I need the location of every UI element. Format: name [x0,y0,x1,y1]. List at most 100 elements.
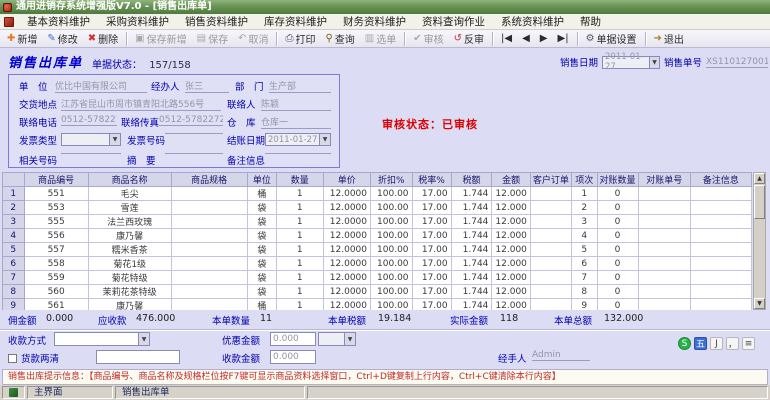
column-header-spec[interactable]: 商品规格 [170,172,248,187]
cell-tax[interactable]: 1.744 [450,256,493,271]
menu-item-销售资料维护[interactable]: 销售资料维护 [177,14,256,30]
cell-discount[interactable]: 100.00 [370,298,413,310]
row-number-cell[interactable]: 2 [2,200,25,215]
menu-item-资料查询作业[interactable]: 资料查询作业 [414,14,493,30]
chevron-down-icon[interactable]: ▼ [138,333,149,345]
handler-field[interactable]: Admin [532,350,590,361]
table-row[interactable]: 1 551 毛尖桶 1 12.0000 100.00 17.00 1.744 12.000 1 0 [2,186,752,201]
cell-taxrate[interactable]: 17.00 [411,270,452,285]
child-window-icon[interactable] [4,16,14,27]
cell-taxrate[interactable]: 17.00 [411,284,452,299]
cell-discount[interactable]: 100.00 [370,186,413,201]
row-number-cell[interactable]: 3 [2,214,25,229]
cell-order[interactable] [529,228,572,243]
cell-code[interactable]: 551 [23,186,89,201]
menu-item-库存资料维护[interactable]: 库存资料维护 [256,14,335,30]
row-number-cell[interactable]: 1 [2,186,25,201]
cell-discount[interactable]: 100.00 [370,228,413,243]
cell-qty[interactable]: 1 [275,214,324,229]
cell-qty[interactable]: 1 [275,228,324,243]
cell-qty[interactable]: 1 [275,298,324,310]
cell-seq[interactable]: 3 [570,214,598,229]
delete-button[interactable]: ✖ 删除 [83,31,123,47]
column-header-seq[interactable]: 项次 [570,172,598,187]
grid-scrollbar[interactable]: ▲ ▼ [753,172,766,310]
cell-reccount[interactable]: 0 [596,228,639,243]
cell-remark[interactable] [689,270,752,285]
cell-reccount[interactable]: 0 [596,214,639,229]
cell-discount[interactable]: 100.00 [370,256,413,271]
cell-remark[interactable] [689,298,752,310]
cell-amount[interactable]: 12.000 [491,298,531,310]
table-row[interactable]: 2 553 雪莲袋 1 12.0000 100.00 17.00 1.744 12.000 2 0 [2,200,752,215]
chevron-down-icon[interactable]: ▼ [109,134,120,145]
related-no-field[interactable] [61,153,121,154]
cell-order[interactable] [529,200,572,215]
menu-item-系统资料维护[interactable]: 系统资料维护 [493,14,572,30]
cell-qty[interactable]: 1 [275,200,324,215]
cell-name[interactable]: 糯米香茶 [87,242,172,257]
column-header-discount[interactable]: 折扣% [370,172,413,187]
row-number-cell[interactable]: 6 [2,256,25,271]
cell-order[interactable] [529,298,572,310]
cell-price[interactable]: 12.0000 [322,256,371,271]
cell-price[interactable]: 12.0000 [322,228,371,243]
sale-date-combobox[interactable]: 2011-01-27 ▼ [602,52,661,72]
ime-tools-icon[interactable]: ≡ [742,337,755,350]
cell-reccount[interactable]: 0 [596,242,639,257]
cell-spec[interactable] [170,298,248,310]
cell-reccount[interactable]: 0 [596,284,639,299]
settled-checkbox[interactable] [8,353,17,363]
cell-remark[interactable] [689,228,752,243]
cell-taxrate[interactable]: 17.00 [411,256,452,271]
cell-recno[interactable] [637,256,691,271]
cell-reccount[interactable]: 0 [596,256,639,271]
cell-name[interactable]: 雪莲 [87,200,172,215]
cell-code[interactable]: 553 [23,200,89,215]
cell-name[interactable]: 毛尖 [87,186,172,201]
menu-item-基本资料维护[interactable]: 基本资料维护 [19,14,98,30]
cell-unit[interactable]: 袋 [246,228,277,243]
settle-extra-field[interactable] [96,350,180,364]
address-field[interactable]: 江苏省昆山市周市镇青阳北路556号 [61,97,221,111]
receive-amount-field[interactable]: 0.000 [270,350,316,364]
scroll-down-icon[interactable]: ▼ [754,298,765,309]
cell-tax[interactable]: 1.744 [450,228,493,243]
cell-discount[interactable]: 100.00 [370,214,413,229]
cell-spec[interactable] [170,284,248,299]
cell-price[interactable]: 12.0000 [322,242,371,257]
chevron-down-icon[interactable]: ▼ [319,134,330,145]
column-header-reccount[interactable]: 对账数量 [596,172,639,187]
cell-order[interactable] [529,284,572,299]
pay-method-combobox[interactable]: ▼ [54,332,150,346]
cell-unit[interactable]: 袋 [246,200,277,215]
cell-tax[interactable]: 1.744 [450,284,493,299]
unaudit-button[interactable]: ↺ 反审 [449,31,489,47]
cell-seq[interactable]: 6 [570,256,598,271]
cell-spec[interactable] [170,214,248,229]
cell-unit[interactable]: 袋 [246,242,277,257]
menu-item-财务资料维护[interactable]: 财务资料维护 [335,14,414,30]
exit-button[interactable]: ➜ 退出 [649,31,689,47]
cell-qty[interactable]: 1 [275,284,324,299]
cell-tax[interactable]: 1.744 [450,270,493,285]
ime-wubi-icon[interactable]: 五 [694,337,707,350]
table-row[interactable]: 5 557 糯米香茶袋 1 12.0000 100.00 17.00 1.744 12.000 5… [2,242,752,257]
cell-price[interactable]: 12.0000 [322,186,371,201]
cell-order[interactable] [529,242,572,257]
cell-name[interactable]: 康乃馨 [87,298,172,310]
cell-unit[interactable]: 袋 [246,270,277,285]
table-row[interactable]: 8 560 茉莉花茶特级袋 1 12.0000 100.00 17.00 1.744 12.00… [2,284,752,299]
cell-taxrate[interactable]: 17.00 [411,186,452,201]
cell-tax[interactable]: 1.744 [450,242,493,257]
dept-field[interactable]: 生产部 [269,79,331,93]
cell-discount[interactable]: 100.00 [370,200,413,215]
cell-amount[interactable]: 12.000 [491,186,531,201]
cell-seq[interactable]: 5 [570,242,598,257]
cell-price[interactable]: 12.0000 [322,270,371,285]
cell-amount[interactable]: 12.000 [491,270,531,285]
cell-unit[interactable]: 袋 [246,256,277,271]
cell-recno[interactable] [637,214,691,229]
cell-qty[interactable]: 1 [275,270,324,285]
invoice-no-field[interactable] [165,133,223,134]
